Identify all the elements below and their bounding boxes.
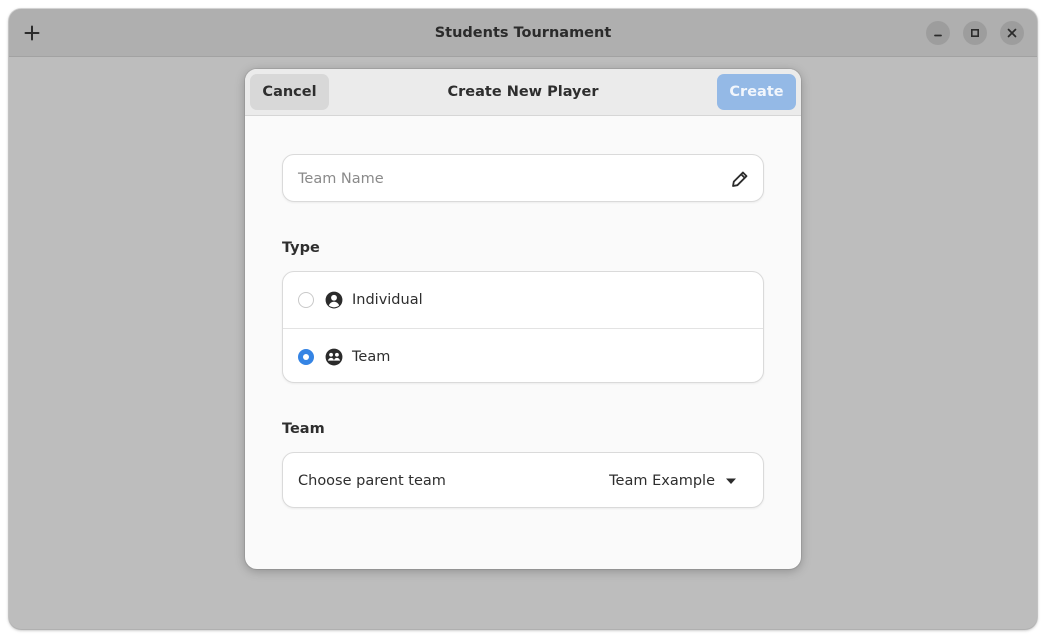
team-name-placeholder: Team Name xyxy=(298,171,384,187)
close-icon xyxy=(1007,28,1017,38)
header-bar: Students Tournament xyxy=(9,9,1037,57)
individual-radio[interactable] xyxy=(298,292,314,308)
type-section-label: Type xyxy=(282,240,320,256)
dialog-header: Cancel Create New Player Create xyxy=(245,69,801,116)
type-options-list: Individual Team xyxy=(282,271,764,383)
maximize-icon xyxy=(970,28,980,38)
parent-team-label: Choose parent team xyxy=(298,473,446,489)
maximize-button[interactable] xyxy=(963,21,987,45)
edit-icon[interactable] xyxy=(731,170,749,188)
person-icon xyxy=(325,291,343,309)
create-player-dialog: Cancel Create New Player Create Team Nam… xyxy=(245,69,801,569)
individual-label: Individual xyxy=(352,292,423,308)
team-radio[interactable] xyxy=(298,349,314,365)
window-title: Students Tournament xyxy=(434,25,612,41)
minimize-button[interactable] xyxy=(926,21,950,45)
team-icon xyxy=(325,348,343,366)
type-option-team[interactable]: Team xyxy=(283,328,763,384)
parent-team-value[interactable]: Team Example xyxy=(609,453,715,509)
parent-team-combo[interactable]: Choose parent team Team Example xyxy=(282,452,764,508)
dropdown-arrow-icon[interactable] xyxy=(725,477,737,485)
create-button[interactable]: Create xyxy=(717,74,796,110)
team-label: Team xyxy=(352,349,391,365)
minimize-icon xyxy=(934,34,942,37)
team-name-entry[interactable]: Team Name xyxy=(282,154,764,202)
type-option-individual[interactable]: Individual xyxy=(283,272,763,328)
team-section-label: Team xyxy=(282,421,325,437)
close-button[interactable] xyxy=(1000,21,1024,45)
